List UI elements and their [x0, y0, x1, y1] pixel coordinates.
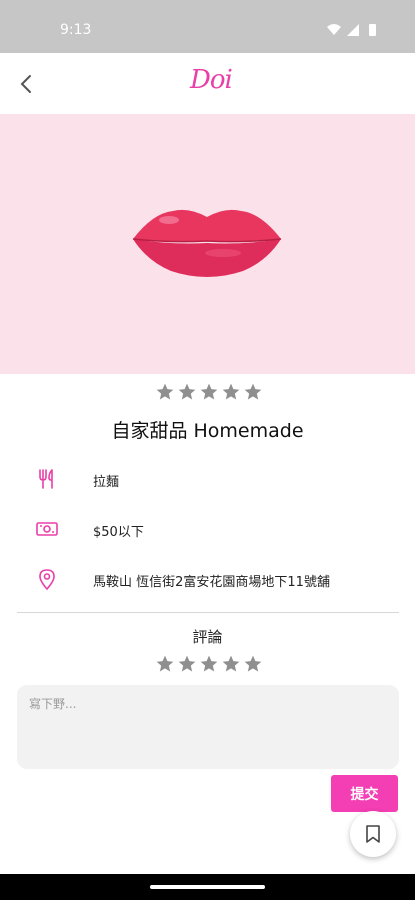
price-text: $50以下 [93, 525, 144, 540]
lips-illustration [132, 209, 282, 277]
star-icon[interactable] [221, 654, 241, 674]
status-time: 9:13 [60, 22, 92, 38]
star-icon[interactable] [155, 654, 175, 674]
address-text: 馬鞍山 恆信街2富安花園商場地下11號舖 [93, 575, 330, 590]
location-pin-icon [39, 569, 55, 591]
category-text: 拉麵 [93, 475, 120, 490]
star-icon [200, 383, 218, 400]
battery-icon [369, 24, 376, 36]
app-bar: Doi [0, 53, 415, 114]
star-icon[interactable] [243, 654, 263, 674]
review-rating-input[interactable] [155, 654, 263, 674]
star-icon [222, 383, 240, 400]
home-indicator[interactable] [150, 885, 265, 889]
wifi-icon [327, 24, 341, 35]
category-row: 拉麵 [0, 463, 415, 493]
review-input[interactable] [17, 685, 399, 769]
signal-icon [347, 24, 359, 36]
hero-image [0, 114, 415, 374]
divider [17, 612, 399, 613]
submit-button[interactable]: 提交 [331, 775, 398, 812]
system-nav-bar [0, 874, 415, 900]
utensils-icon [39, 469, 53, 489]
star-icon [244, 383, 262, 400]
price-row: $50以下 [0, 513, 415, 543]
status-icons [327, 24, 376, 36]
shop-name: 自家甜品 Homemade [111, 420, 304, 442]
back-arrow-icon[interactable] [16, 73, 38, 95]
shop-rating [155, 382, 263, 402]
status-bar: 9:13 [0, 0, 415, 53]
star-icon [178, 383, 196, 400]
app-logo: Doi [190, 65, 233, 95]
star-icon[interactable] [177, 654, 197, 674]
star-icon [156, 383, 174, 400]
bookmark-button[interactable] [350, 811, 396, 857]
review-title: 評論 [192, 628, 223, 646]
star-icon[interactable] [199, 654, 219, 674]
address-row: 馬鞍山 恆信街2富安花園商場地下11號舖 [0, 563, 415, 593]
money-icon [36, 522, 58, 536]
bookmark-icon [366, 825, 380, 843]
